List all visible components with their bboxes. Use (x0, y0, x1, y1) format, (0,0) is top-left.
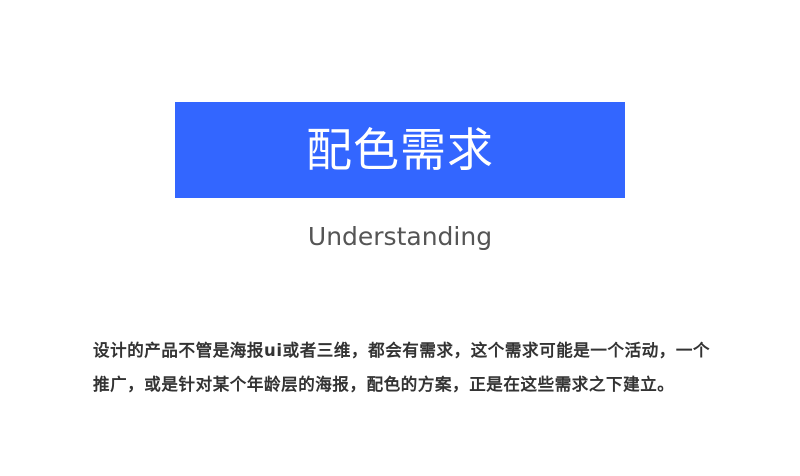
body-paragraph: 设计的产品不管是海报ui或者三维，都会有需求，这个需求可能是一个活动，一个推广，… (93, 341, 711, 394)
page-title: 配色需求 (306, 123, 494, 177)
title-banner: 配色需求 (175, 102, 625, 198)
page-subtitle: Understanding (307, 222, 493, 251)
